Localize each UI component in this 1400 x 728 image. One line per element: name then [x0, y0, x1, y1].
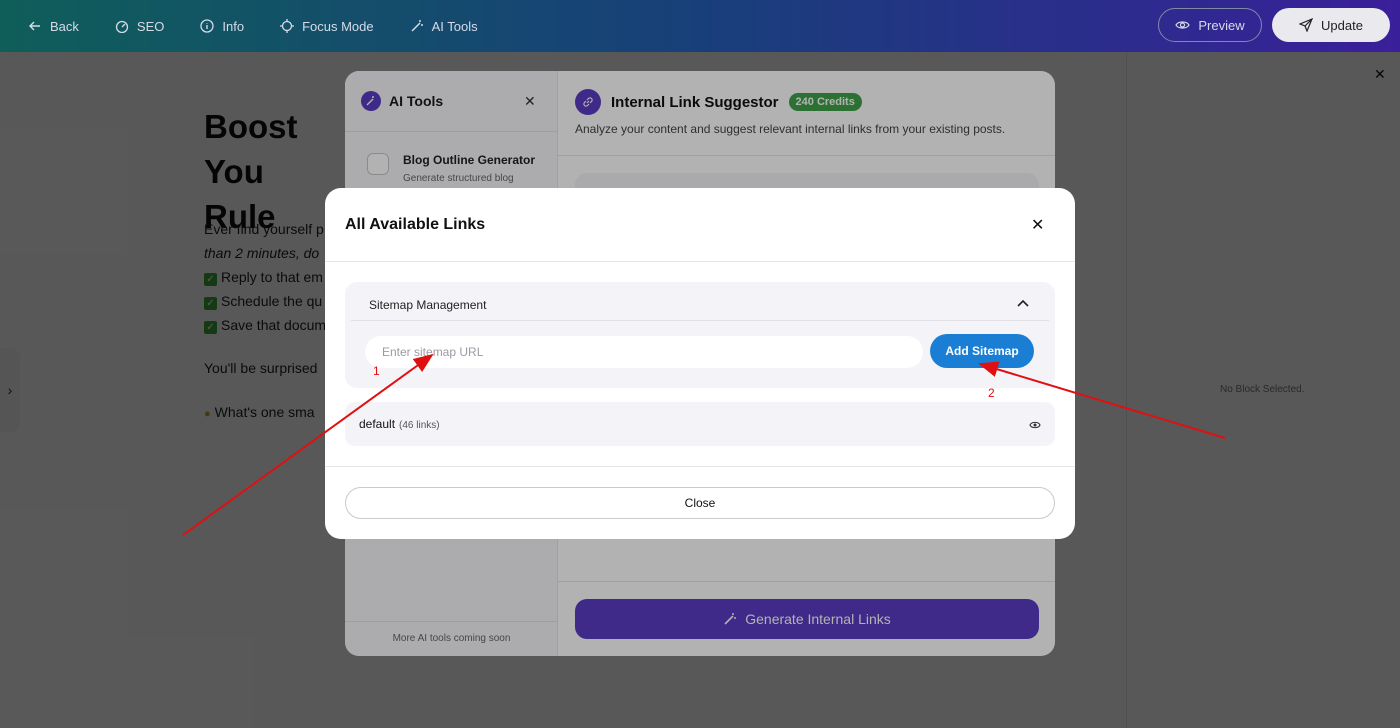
- sitemap-management-section: Sitemap Management Add Sitemap: [345, 282, 1055, 388]
- top-actions: Preview Update: [1158, 8, 1390, 42]
- sitemap-row[interactable]: default (46 links): [345, 402, 1055, 446]
- annotation-1: 1: [373, 364, 380, 378]
- top-toolbar: Back SEO Info Focus Mode AI Tools Previe…: [0, 0, 1400, 52]
- ai-tools-label: AI Tools: [431, 18, 478, 34]
- sitemap-name: default (46 links): [359, 417, 440, 431]
- arrow-left-icon: [29, 21, 40, 31]
- sitemap-management-label[interactable]: Sitemap Management: [369, 298, 486, 312]
- annotation-2: 2: [988, 386, 995, 400]
- focus-mode-label: Focus Mode: [302, 18, 374, 34]
- update-label: Update: [1321, 17, 1363, 33]
- divider: [351, 320, 1049, 321]
- ai-tools-button[interactable]: AI Tools: [410, 19, 478, 34]
- back-button[interactable]: Back: [28, 19, 79, 34]
- info-icon: [200, 19, 215, 33]
- gauge-icon: [115, 20, 129, 33]
- seo-label: SEO: [136, 18, 165, 34]
- divider: [325, 466, 1075, 467]
- modal-title: All Available Links: [345, 216, 486, 233]
- preview-label: Preview: [1198, 17, 1245, 33]
- close-icon[interactable]: ✕: [1031, 215, 1044, 235]
- focus-mode-button[interactable]: Focus Mode: [280, 19, 374, 34]
- close-button[interactable]: Close: [345, 487, 1055, 519]
- send-icon: [1299, 18, 1314, 32]
- link-count: (46 links): [399, 420, 440, 431]
- update-button[interactable]: Update: [1272, 8, 1390, 42]
- add-sitemap-button[interactable]: Add Sitemap: [930, 334, 1034, 368]
- divider: [325, 261, 1075, 262]
- seo-button[interactable]: SEO: [115, 19, 164, 34]
- chevron-up-icon[interactable]: [1017, 296, 1029, 310]
- focus-icon: [280, 19, 295, 33]
- eye-icon[interactable]: [1029, 417, 1041, 435]
- all-links-modal: All Available Links ✕ Sitemap Management…: [325, 188, 1075, 539]
- info-label: Info: [222, 18, 245, 34]
- preview-button[interactable]: Preview: [1158, 8, 1262, 42]
- info-button[interactable]: Info: [200, 19, 244, 34]
- sitemap-name-text: default: [359, 417, 396, 431]
- magic-wand-icon: [411, 20, 423, 32]
- sitemap-url-input[interactable]: [365, 336, 923, 368]
- back-label: Back: [50, 18, 79, 34]
- eye-icon: [1175, 21, 1191, 29]
